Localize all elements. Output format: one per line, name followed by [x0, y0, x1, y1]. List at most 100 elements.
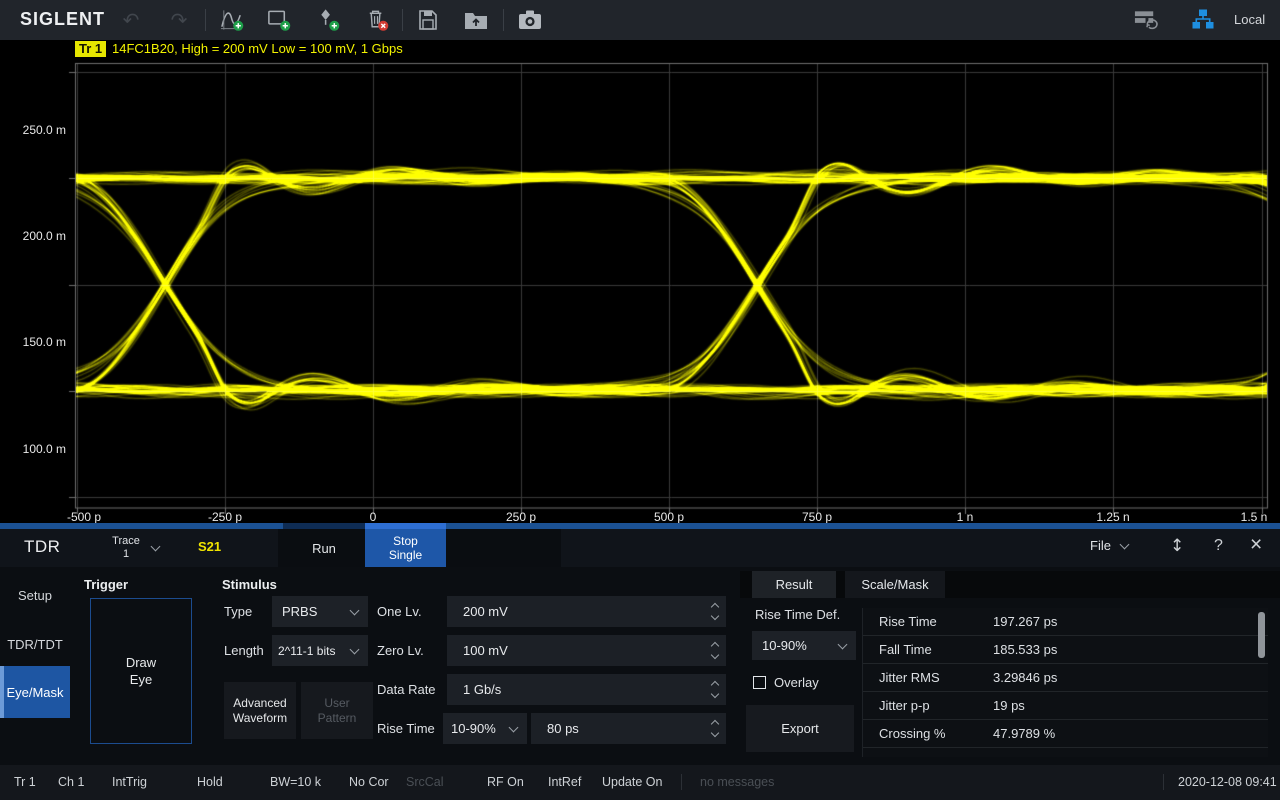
table-row: Crossing % 47.9789 % — [863, 720, 1268, 748]
status-update[interactable]: Update On — [602, 775, 662, 789]
chevron-down-icon — [350, 605, 360, 615]
user-pattern-button[interactable]: User Pattern — [301, 682, 373, 739]
stimulus-heading: Stimulus — [222, 577, 277, 592]
eye-diagram-plot: 250.0 m 200.0 m 150.0 m 100.0 m 50.00 m … — [0, 58, 1280, 523]
toolbar-divider — [402, 9, 403, 31]
trace-info-text: 14FC1B20, High = 200 mV Low = 100 mV, 1 … — [112, 41, 403, 57]
stop-single-button[interactable]: Stop Single — [365, 529, 446, 567]
status-bar: Tr 1 Ch 1 IntTrig Hold BW=10 k No Cor Sr… — [0, 765, 1280, 800]
window-layout-icon[interactable] — [1133, 7, 1159, 33]
tab-result[interactable]: Result — [752, 571, 836, 598]
rise-time-def-select[interactable]: 10-90% — [443, 713, 527, 744]
export-button[interactable]: Export — [746, 705, 854, 752]
x-tick-label: -250 p — [195, 510, 255, 524]
run-button[interactable]: Run — [283, 529, 365, 567]
chevron-down-icon — [838, 639, 848, 649]
status-ref[interactable]: IntRef — [548, 775, 581, 789]
tab-tdr-tdt[interactable]: TDR/TDT — [0, 627, 70, 661]
tab-eye-mask[interactable]: Eye/Mask — [0, 666, 70, 718]
trace-info-bar: Tr 1 14FC1B20, High = 200 mV Low = 100 m… — [0, 40, 1280, 58]
status-divider — [681, 774, 682, 790]
lan-status-icon[interactable] — [1190, 7, 1216, 33]
chevron-down-icon — [509, 722, 519, 732]
type-label: Type — [224, 596, 252, 627]
active-tab-stripe — [0, 666, 4, 718]
trace-select-label: Trace — [100, 535, 152, 548]
y-tick-label: 100.0 m — [4, 442, 66, 456]
table-row: Jitter p-p 19 ps — [863, 692, 1268, 720]
data-rate-input[interactable]: 1 Gb/s — [447, 674, 726, 705]
spinner-arrows-icon[interactable] — [704, 674, 726, 705]
zero-level-label: Zero Lv. — [377, 635, 424, 666]
redo-icon[interactable]: ↷ — [166, 7, 192, 33]
status-trace[interactable]: Tr 1 — [14, 775, 36, 789]
file-menu[interactable]: File — [1090, 538, 1128, 553]
connection-mode-label[interactable]: Local — [1234, 12, 1265, 27]
y-tick-label: 200.0 m — [4, 229, 66, 243]
table-row: Jitter RMS 3.29846 ps — [863, 664, 1268, 692]
x-tick-label: -500 p — [54, 510, 114, 524]
status-channel[interactable]: Ch 1 — [58, 775, 84, 789]
tab-scale-mask[interactable]: Scale/Mask — [845, 571, 945, 598]
add-trace-icon[interactable] — [219, 7, 245, 33]
save-icon[interactable] — [415, 7, 441, 33]
table-row: Rise Time 197.267 ps — [863, 608, 1268, 636]
add-marker-icon[interactable] — [316, 7, 342, 33]
undo-icon[interactable]: ↶ — [118, 7, 144, 33]
table-row: Fall Time 185.533 ps — [863, 636, 1268, 664]
spinner-arrows-icon[interactable] — [704, 596, 726, 627]
spinner-arrows-icon[interactable] — [704, 713, 726, 744]
draw-eye-button[interactable]: Draw Eye — [90, 598, 192, 744]
result-rise-time-def-select[interactable]: 10-90% — [752, 631, 856, 660]
y-tick-label: 250.0 m — [4, 123, 66, 137]
rise-time-input[interactable]: 80 ps — [531, 713, 726, 744]
tdr-title-bar: TDR Trace 1 S21 Run Stop Single File ↕ ?… — [0, 529, 1280, 567]
close-icon[interactable]: × — [1250, 533, 1262, 557]
status-srccal[interactable]: SrcCal — [406, 775, 444, 789]
tab-setup[interactable]: Setup — [0, 578, 70, 612]
panel-title: TDR — [24, 537, 60, 557]
help-icon[interactable]: ? — [1214, 537, 1223, 555]
siglent-logo: SIGLENT — [20, 9, 105, 30]
chevron-down-icon — [151, 542, 161, 552]
zero-level-input[interactable]: 100 mV — [447, 635, 726, 666]
status-correction[interactable]: No Cor — [349, 775, 389, 789]
chevron-down-icon — [350, 644, 360, 654]
delete-trace-icon[interactable] — [364, 7, 390, 33]
status-hold[interactable]: Hold — [197, 775, 223, 789]
x-tick-label: 500 p — [639, 510, 699, 524]
collapse-panel-icon[interactable]: ↕ — [1170, 536, 1184, 556]
screenshot-camera-icon[interactable] — [517, 7, 543, 33]
result-tab-strip: Result Scale/Mask — [740, 571, 1280, 598]
x-tick-label: 0 — [343, 510, 403, 524]
overlay-label[interactable]: Overlay — [774, 671, 819, 695]
status-message: no messages — [700, 775, 774, 789]
spinner-arrows-icon[interactable] — [704, 635, 726, 666]
advanced-waveform-button[interactable]: Advanced Waveform — [224, 682, 296, 739]
s-parameter-label[interactable]: S21 — [198, 539, 221, 554]
overlay-checkbox[interactable] — [753, 676, 766, 689]
trigger-heading: Trigger — [84, 577, 128, 592]
length-select[interactable]: 2^11-1 bits — [272, 635, 368, 666]
status-bandwidth[interactable]: BW=10 k — [270, 775, 321, 789]
eye-diagram-canvas[interactable] — [0, 58, 1280, 523]
length-label: Length — [224, 635, 264, 666]
tdr-settings-panel: Setup TDR/TDT Eye/Mask Trigger Draw Eye … — [0, 567, 1280, 765]
toolbar-divider — [503, 9, 504, 31]
toolbar-divider — [205, 9, 206, 31]
recall-folder-icon[interactable] — [463, 7, 489, 33]
x-tick-label: 1.5 n — [1228, 510, 1280, 524]
status-trigger[interactable]: IntTrig — [112, 775, 147, 789]
trace-select-dropdown[interactable]: Trace 1 — [100, 531, 172, 565]
table-scrollbar[interactable] — [1258, 612, 1265, 658]
x-tick-label: 1.25 n — [1083, 510, 1143, 524]
rise-time-def-label: Rise Time Def. — [755, 603, 840, 627]
add-window-icon[interactable] — [266, 7, 292, 33]
one-level-input[interactable]: 200 mV — [447, 596, 726, 627]
status-rf[interactable]: RF On — [487, 775, 524, 789]
x-tick-label: 750 p — [787, 510, 847, 524]
trace-badge[interactable]: Tr 1 — [75, 41, 106, 57]
rise-time-label: Rise Time — [377, 713, 435, 744]
type-select[interactable]: PRBS — [272, 596, 368, 627]
app-window: SIGLENT ↶ ↷ — [0, 0, 1280, 800]
